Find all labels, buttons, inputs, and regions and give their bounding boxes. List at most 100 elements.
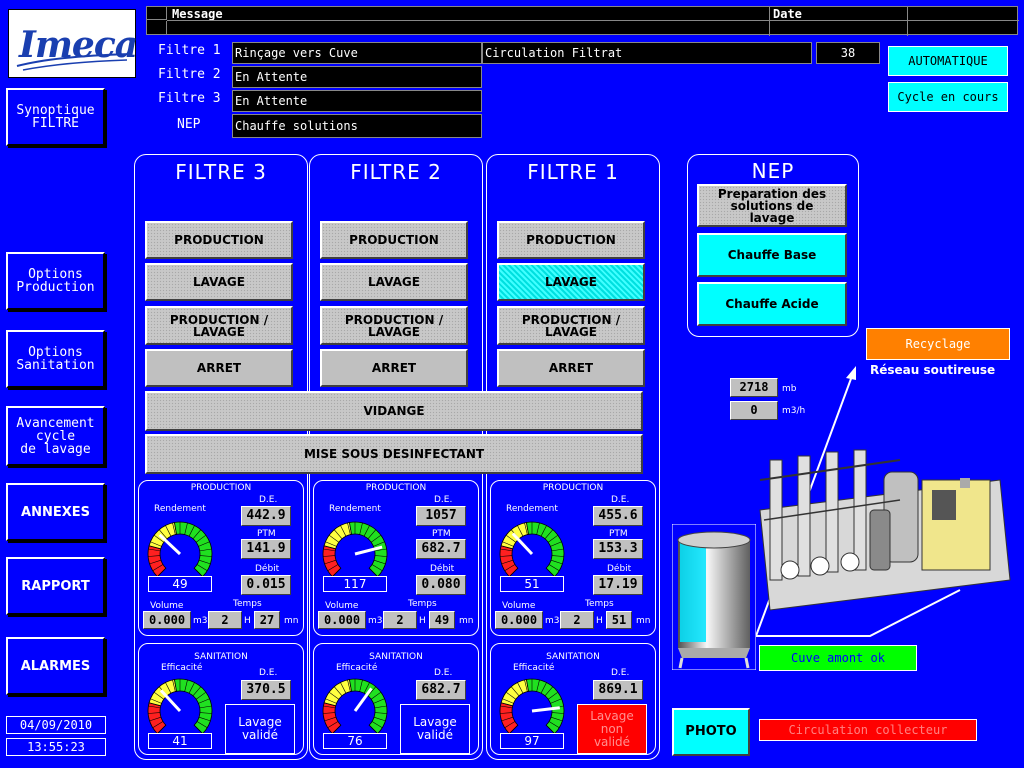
- filtre-2-prod-de-value: 1057: [416, 506, 466, 526]
- filtre-2-sani-de-label: D.E.: [434, 668, 453, 678]
- filtre-3-arret-button[interactable]: ARRET: [145, 349, 293, 387]
- nep-preparation-button[interactable]: Preparation des solutions de lavage: [697, 184, 847, 227]
- filtre-3-minutes-unit: mn: [284, 616, 299, 626]
- rapport-button[interactable]: RAPPORT: [6, 557, 105, 615]
- filtre-3-ptm-label: PTM: [257, 529, 276, 539]
- filtration-skid-icon: [759, 449, 1011, 611]
- tank-icon: [672, 524, 756, 670]
- filtre-1-title: FILTRE 1: [527, 160, 619, 184]
- vidange-button[interactable]: VIDANGE: [145, 391, 643, 431]
- filtre-1-rendement-label: Rendement: [506, 504, 558, 514]
- filtre-3-production-lavage-button[interactable]: PRODUCTION / LAVAGE: [145, 306, 293, 345]
- options-sanitation-button[interactable]: Options Sanitation: [6, 330, 105, 388]
- filtre-1-prod-de-value: 455.6: [593, 506, 643, 526]
- filtre-2-volume-label: Volume: [325, 601, 359, 611]
- options-production-button[interactable]: Options Production: [6, 252, 105, 310]
- mise-sous-desinfectant-button[interactable]: MISE SOUS DESINFECTANT: [145, 434, 643, 474]
- filtre-3-production-button[interactable]: PRODUCTION: [145, 221, 293, 259]
- mode-automatique: AUTOMATIQUE: [888, 46, 1008, 76]
- filtre-3-efficacite-value: 41: [148, 733, 212, 749]
- filtre-1-volume-label: Volume: [502, 601, 536, 611]
- filtre-1-ptm-label: PTM: [609, 529, 628, 539]
- chauffe-base-button[interactable]: Chauffe Base: [697, 233, 847, 277]
- filtre-1-arret-button[interactable]: ARRET: [497, 349, 645, 387]
- filtre-1-hours-unit: H: [596, 616, 603, 626]
- filtre-1-sani-de-value: 869.1: [593, 680, 643, 700]
- message-bar: Message Date: [146, 6, 1019, 36]
- recyclage-status: Recyclage: [866, 328, 1010, 360]
- filtre-1-sani-de-label: D.E.: [611, 668, 630, 678]
- circulation-collecteur-status: Circulation collecteur: [759, 719, 977, 741]
- status-label-filtre1: Filtre 1: [158, 43, 221, 58]
- filtre-1-rendement-value: 51: [500, 576, 564, 592]
- filtre-1-minutes-value: 51: [606, 611, 632, 629]
- circulation-message: Circulation Filtrat: [482, 42, 812, 64]
- filtre-1-volume-value: 0.000: [495, 611, 543, 629]
- nep-title: NEP: [751, 159, 795, 183]
- filtre-2-rendement-label: Rendement: [329, 504, 381, 514]
- filtre-3-minutes-value: 27: [254, 611, 280, 629]
- filtre-1-production-label: PRODUCTION: [542, 483, 604, 493]
- filtre-2-production-button[interactable]: PRODUCTION: [320, 221, 468, 259]
- alarmes-button[interactable]: ALARMES: [6, 637, 105, 695]
- filtre-2-minutes-unit: mn: [459, 616, 474, 626]
- filtre-2-lavage-button[interactable]: LAVAGE: [320, 263, 468, 301]
- filtre-2-title: FILTRE 2: [350, 160, 442, 184]
- current-date: 04/09/2010: [6, 716, 106, 734]
- status-value-filtre2: En Attente: [232, 66, 482, 88]
- avancement-cycle-button[interactable]: Avancement cycle de lavage: [6, 406, 105, 466]
- filtre-3-debit-value: 0.015: [241, 575, 291, 595]
- filtre-1-production-button[interactable]: PRODUCTION: [497, 221, 645, 259]
- filtre-3-production-label: PRODUCTION: [190, 483, 252, 493]
- cycle-status: Cycle en cours: [888, 82, 1008, 112]
- filtre-1-prod-de-label: D.E.: [611, 495, 630, 505]
- filtre-2-temps-label: Temps: [408, 599, 437, 609]
- filtre-3-rendement-value: 49: [148, 576, 212, 592]
- filtre-1-sanitation-label: SANITATION: [546, 652, 600, 662]
- filtre-2-lavage-status: Lavage validé: [400, 704, 470, 754]
- filtre-2-production-lavage-button[interactable]: PRODUCTION / LAVAGE: [320, 306, 468, 345]
- filtre-1-lavage-status: Lavage non validé: [577, 704, 647, 754]
- filtre-1-ptm-value: 153.3: [593, 539, 643, 559]
- circulation-count: 38: [816, 42, 880, 64]
- filtre-3-volume-label: Volume: [150, 601, 184, 611]
- filtre-3-rendement-label: Rendement: [154, 504, 206, 514]
- filtre-1-production-lavage-button[interactable]: PRODUCTION / LAVAGE: [497, 306, 645, 345]
- filtre-1-volume-unit: m3: [545, 616, 560, 626]
- filtre-3-sani-de-label: D.E.: [259, 668, 278, 678]
- current-time: 13:55:23: [6, 738, 106, 756]
- imeca-logo: Imeca: [8, 9, 138, 78]
- filtre-3-lavage-status: Lavage validé: [225, 704, 295, 754]
- filtre-3-sani-de-value: 370.5: [241, 680, 291, 700]
- filtre-3-title: FILTRE 3: [175, 160, 267, 184]
- filtre-3-volume-value: 0.000: [143, 611, 191, 629]
- filtre-1-debit-value: 17.19: [593, 575, 643, 595]
- chauffe-acide-button[interactable]: Chauffe Acide: [697, 282, 847, 326]
- filtre-3-lavage-button[interactable]: LAVAGE: [145, 263, 293, 301]
- filtre-2-arret-button[interactable]: ARRET: [320, 349, 468, 387]
- status-label-filtre2: Filtre 2: [158, 67, 221, 82]
- filtre-3-hours-value: 2: [208, 611, 242, 629]
- status-label-nep: NEP: [177, 117, 201, 132]
- filtre-1-temps-label: Temps: [585, 599, 614, 609]
- annexes-button[interactable]: ANNEXES: [6, 483, 105, 541]
- status-value-nep: Chauffe solutions: [232, 114, 482, 138]
- filtre-2-minutes-value: 49: [429, 611, 455, 629]
- filtre-3-prod-de-label: D.E.: [259, 495, 278, 505]
- filtre-3-hours-unit: H: [244, 616, 251, 626]
- filtre-2-hours-value: 2: [383, 611, 417, 629]
- filtre-2-debit-label: Débit: [430, 564, 455, 574]
- filtre-1-minutes-unit: mn: [636, 616, 651, 626]
- logo-swoosh-icon: [16, 53, 132, 71]
- filtre-3-volume-unit: m3: [193, 616, 208, 626]
- date-header: Date: [773, 7, 802, 21]
- synoptique-filtre-button[interactable]: Synoptique FILTRE: [6, 88, 105, 146]
- filtre-1-lavage-button[interactable]: LAVAGE: [497, 263, 645, 301]
- photo-button[interactable]: PHOTO: [672, 708, 750, 756]
- filtre-3-ptm-value: 141.9: [241, 539, 291, 559]
- filtre-2-prod-de-label: D.E.: [434, 495, 453, 505]
- filtre-2-debit-value: 0.080: [416, 575, 466, 595]
- filtre-2-ptm-label: PTM: [432, 529, 451, 539]
- status-value-filtre3: En Attente: [232, 90, 482, 112]
- filtre-2-ptm-value: 682.7: [416, 539, 466, 559]
